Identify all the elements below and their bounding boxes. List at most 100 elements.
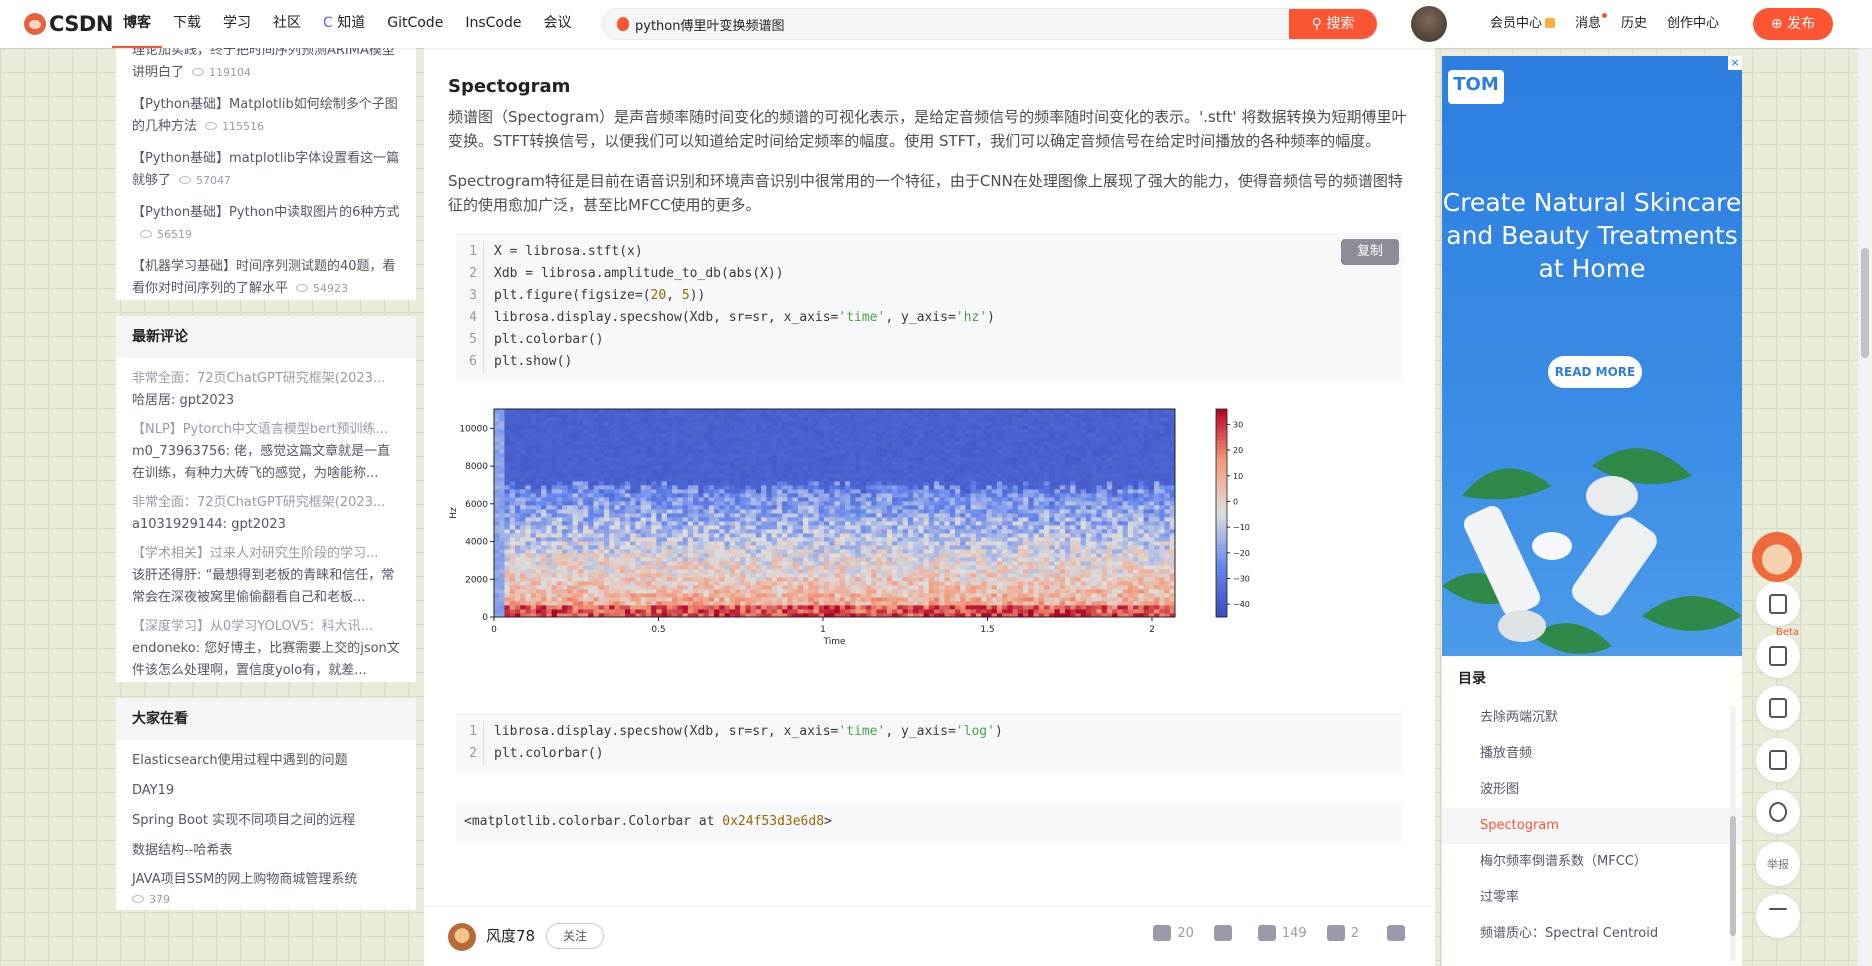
- hot-article-item[interactable]: 【Python基础】Matplotlib如何绘制多个子图的几种方法 115516: [132, 94, 400, 138]
- spectrogram-cell: [541, 605, 547, 610]
- spectrogram-cell: [970, 453, 977, 458]
- hot-article-item[interactable]: 【Python基础】Python中读取图片的6种方式56519: [132, 202, 400, 246]
- hot-now-item[interactable]: Elasticsearch使用过程中遇到的问题: [132, 750, 400, 772]
- spectrogram-cell: [970, 457, 977, 462]
- spectrogram-cell: [755, 585, 762, 590]
- nav-inscode[interactable]: InsCode: [454, 0, 532, 48]
- spectrogram-cell: [698, 529, 704, 534]
- spectrogram-cell: [892, 497, 898, 502]
- history-link[interactable]: 历史: [1611, 0, 1657, 48]
- spectrogram-cell: [635, 601, 642, 606]
- spectrogram-cell: [803, 465, 809, 470]
- spectrogram-cell: [525, 573, 532, 578]
- spectrogram-cell: [604, 537, 610, 542]
- spectrogram-cell: [839, 589, 846, 594]
- spectrogram-cell: [693, 429, 699, 434]
- spectrogram-cell: [604, 441, 610, 446]
- spectrogram-cell: [782, 489, 788, 494]
- hot-now-item[interactable]: DAY19: [132, 780, 400, 802]
- spectrogram-cell: [965, 541, 972, 546]
- spectrogram-cell: [729, 549, 736, 554]
- code-line: 4 librosa.display.specshow(Xdb, sr=sr, x_…: [456, 307, 1403, 329]
- hot-now-item[interactable]: 数据结构--哈希表: [132, 840, 400, 862]
- spectrogram-cell: [494, 565, 500, 570]
- nav-download[interactable]: 下载: [162, 0, 212, 48]
- spectrogram-cell: [530, 601, 537, 606]
- spectrogram-cell: [954, 417, 961, 422]
- spectrogram-cell: [745, 597, 752, 602]
- spectrogram-cell: [567, 529, 573, 534]
- spectrogram-cell: [666, 513, 673, 518]
- spectrogram-cell: [834, 601, 841, 606]
- spectrogram-cell: [923, 469, 930, 474]
- nav-blog[interactable]: 博客: [112, 0, 162, 48]
- spectrogram-cell: [902, 605, 909, 610]
- spectrogram-cell: [645, 449, 652, 454]
- spectrogram-cell: [750, 409, 757, 414]
- spectrogram-cell: [745, 541, 752, 546]
- spectrogram-cell: [850, 605, 856, 610]
- spectrogram-cell: [876, 581, 883, 586]
- spectrogram-cell: [965, 597, 972, 602]
- spectrogram-cell: [541, 565, 547, 570]
- spectrogram-cell: [934, 433, 940, 438]
- spectrogram-cell: [562, 409, 568, 414]
- creator-center-link[interactable]: 创作中心: [1657, 0, 1729, 48]
- spectrogram-cell: [677, 553, 683, 558]
- hot-now-item[interactable]: Spring Boot 实现不同项目之间的远程: [132, 810, 400, 832]
- spectrogram-cell: [494, 589, 500, 594]
- spectrogram-cell: [572, 441, 579, 446]
- spectrogram-cell: [598, 453, 605, 458]
- spectrogram-cell: [918, 565, 924, 570]
- comment-item[interactable]: 【学术相关】过来人对研究生阶段的学习... 该肝还得肝: “最想得到老板的青睐和信…: [132, 543, 400, 609]
- spectrogram-cell: [839, 441, 846, 446]
- spectrogram-cell: [624, 521, 631, 526]
- search-button[interactable]: ⚲ 搜索: [1289, 9, 1377, 39]
- spectrogram-cell: [682, 549, 689, 554]
- spectrogram-cell: [640, 521, 647, 526]
- spectrogram-cell: [803, 421, 809, 426]
- spectrogram-cell: [813, 609, 820, 614]
- spectrogram-cell: [604, 577, 610, 582]
- user-avatar[interactable]: [1411, 6, 1447, 42]
- spectrogram-cell: [782, 521, 788, 526]
- comment-item[interactable]: 【NLP】Pytorch中文语言模型bert预训练... m0_73963756:…: [132, 419, 400, 485]
- spectrogram-cell: [876, 541, 883, 546]
- spectrogram-cell: [682, 553, 689, 558]
- vip-center-link[interactable]: 会员中心: [1480, 0, 1565, 48]
- nav-community[interactable]: 社区: [262, 0, 312, 48]
- spectrogram-cell: [970, 465, 977, 470]
- messages-link[interactable]: 消息: [1565, 0, 1611, 48]
- comment-item[interactable]: 非常全面：72页ChatGPT研究框架(2023... 哈居居: gpt2023: [132, 368, 400, 412]
- csdn-logo[interactable]: CSDN: [24, 11, 113, 37]
- hot-article-item[interactable]: 【机器学习基础】时间序列测试题的40题，看看你对时间序列的了解水平 54923: [132, 256, 400, 300]
- hot-article-item[interactable]: 【Python基础】matplotlib字体设置看这一篇就够了 57047: [132, 148, 400, 192]
- spectrogram-cell: [520, 577, 526, 582]
- nav-gitcode[interactable]: GitCode: [376, 0, 454, 48]
- spectrogram-cell: [787, 593, 793, 598]
- comment-item[interactable]: 非常全面：72页ChatGPT研究框架(2023... a1031929144: …: [132, 492, 400, 536]
- search-input[interactable]: [635, 9, 1255, 39]
- copy-button[interactable]: 复制: [1341, 239, 1399, 265]
- spectrogram-cell: [844, 449, 851, 454]
- spectrogram-cell: [907, 569, 914, 574]
- spectrogram-cell: [535, 425, 542, 430]
- publish-button[interactable]: ⊕ 发布: [1753, 8, 1833, 40]
- spectrogram-cell: [907, 513, 914, 518]
- spectrogram-cell: [986, 553, 993, 558]
- spectrogram-cell: [923, 445, 930, 450]
- spectrogram-cell: [504, 489, 511, 494]
- nav-learn[interactable]: 学习: [212, 0, 262, 48]
- spectrogram-cell: [818, 501, 825, 506]
- spectrogram-cell: [981, 593, 987, 598]
- spectrogram-cell: [656, 569, 663, 574]
- hot-now-item[interactable]: JAVA项目SSM的网上购物商城管理系统 379: [132, 870, 400, 910]
- spectrogram-cell: [834, 553, 841, 558]
- spectrogram-cell: [939, 469, 945, 474]
- spectrogram-cell: [939, 485, 945, 490]
- spectrogram-cell: [640, 421, 647, 426]
- spectrogram-cell: [892, 581, 898, 586]
- comment-item[interactable]: 【深度学习】从0学习YOLOV5：科大讯... endoneko: 您好博主，比赛…: [132, 616, 400, 682]
- nav-zhidao[interactable]: C 知道: [312, 0, 376, 48]
- nav-meeting[interactable]: 会议: [532, 0, 582, 48]
